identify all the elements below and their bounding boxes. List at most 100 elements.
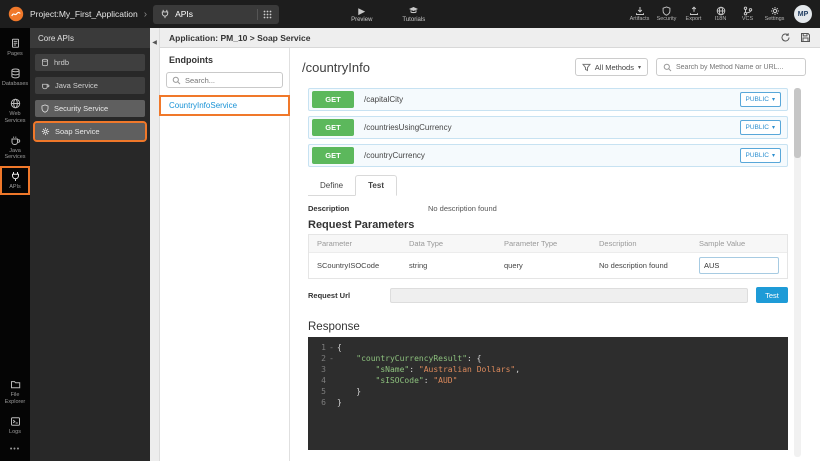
grid-icon[interactable]	[263, 10, 272, 19]
endpoint-rows: GET /capitalCity PUBLIC ▾ GET /countries…	[290, 86, 820, 167]
filter-icon	[582, 63, 591, 72]
shield-icon	[41, 104, 49, 113]
visibility-label: PUBLIC	[746, 152, 769, 159]
core-item-label: Soap Service	[55, 127, 100, 136]
service-path-title: /countryInfo	[302, 60, 567, 75]
sidebar-item-databases[interactable]: Databases	[1, 64, 29, 91]
visibility-dropdown[interactable]: PUBLIC ▾	[740, 92, 782, 107]
code-key: "sName"	[376, 364, 410, 375]
core-item-label: hrdb	[54, 58, 69, 67]
method-badge-get[interactable]: GET	[312, 91, 354, 108]
code-line: 1-{	[308, 342, 788, 353]
sidebar-item-apis[interactable]: APIs	[1, 167, 29, 194]
security-button[interactable]: Security	[654, 6, 679, 23]
tab-define[interactable]: Define	[308, 175, 355, 196]
wavemaker-logo-icon	[8, 6, 24, 22]
tutorials-label: Tutorials	[402, 17, 425, 23]
core-item-security-service[interactable]: Security Service	[35, 100, 145, 117]
test-button[interactable]: Test	[756, 287, 788, 303]
avatar[interactable]: MP	[794, 5, 812, 23]
action-label: Security	[657, 17, 677, 23]
method-search-input[interactable]	[676, 64, 799, 71]
endpoints-title: Endpoints	[160, 55, 289, 65]
methods-filter-label: All Methods	[595, 63, 634, 72]
caret-down-icon: ▾	[772, 96, 775, 103]
refresh-icon[interactable]	[780, 32, 791, 43]
more-options-button[interactable]: •••	[10, 442, 20, 457]
request-url-input[interactable]	[390, 288, 748, 303]
column-header: Parameter	[309, 239, 409, 248]
sidebar-label: Web Services	[1, 111, 29, 125]
core-apis-title: Core APIs	[38, 34, 74, 43]
sidebar-item-web-services[interactable]: Web Services	[1, 94, 29, 128]
core-item-hrdb[interactable]: hrdb	[35, 54, 145, 71]
database-icon	[10, 68, 21, 79]
description-cell: No description found	[599, 261, 699, 270]
project-name[interactable]: Project:My_First_Application	[30, 9, 138, 19]
visibility-dropdown[interactable]: PUBLIC ▾	[740, 148, 782, 163]
endpoint-row-countrycurrency[interactable]: GET /countryCurrency PUBLIC ▾	[308, 144, 788, 167]
fold-marker	[326, 375, 337, 386]
endpoint-row-capitalcity[interactable]: GET /capitalCity PUBLIC ▾	[308, 88, 788, 111]
workspace-tab-apis[interactable]: APIs	[153, 5, 279, 24]
sample-value-input[interactable]	[699, 257, 779, 274]
save-icon[interactable]	[800, 32, 811, 43]
code-text: }	[337, 386, 361, 397]
method-badge-get[interactable]: GET	[312, 119, 354, 136]
endpoints-search-input[interactable]	[185, 76, 277, 85]
sidebar-label: Databases	[2, 81, 28, 88]
i18n-button[interactable]: I18N	[708, 6, 733, 23]
tab-test[interactable]: Test	[355, 175, 397, 196]
core-item-soap-service[interactable]: Soap Service	[35, 123, 145, 140]
request-url-label: Request Url	[308, 291, 390, 300]
endpoint-path: /countryCurrency	[364, 151, 425, 160]
code-text: :	[424, 375, 434, 386]
caret-down-icon: ▾	[772, 152, 775, 159]
export-icon	[689, 6, 699, 16]
folder-icon	[10, 379, 21, 390]
sidebar-item-pages[interactable]: Pages	[1, 34, 29, 61]
sidebar-label: Java Services	[1, 148, 29, 162]
preview-button[interactable]: ▶ Preview	[351, 6, 372, 23]
settings-button[interactable]: Settings	[762, 6, 787, 23]
core-apis-header: Core APIs	[30, 28, 150, 48]
param-name-cell: SCountryISOCode	[309, 261, 409, 270]
topbar: Project:My_First_Application › APIs ▶ Pr…	[0, 0, 820, 28]
artifacts-button[interactable]: Artifacts	[627, 6, 652, 23]
method-badge-get[interactable]: GET	[312, 147, 354, 164]
action-label: Artifacts	[630, 17, 650, 23]
sidebar-bottom-group: File Explorer Logs •••	[1, 375, 29, 457]
sidebar-item-file-explorer[interactable]: File Explorer	[1, 375, 29, 409]
fold-marker	[326, 397, 337, 408]
vcs-button[interactable]: VCS	[735, 6, 760, 23]
export-button[interactable]: Export	[681, 6, 706, 23]
panel-collapse-strip[interactable]: ◀	[150, 28, 160, 461]
endpoint-row-countriesusingcurrency[interactable]: GET /countriesUsingCurrency PUBLIC ▾	[308, 116, 788, 139]
fold-marker	[326, 386, 337, 397]
scrollbar-thumb[interactable]	[794, 88, 801, 158]
code-key: "countryCurrencyResult"	[356, 353, 467, 364]
sidebar-item-java-services[interactable]: Java Services	[1, 131, 29, 165]
visibility-label: PUBLIC	[746, 96, 769, 103]
gear-icon	[41, 127, 50, 136]
endpoint-item-countryinfoservice[interactable]: CountryInfoService	[160, 96, 289, 115]
code-text: : {	[467, 353, 481, 364]
branch-icon	[743, 6, 753, 16]
core-item-java-service[interactable]: Java Service	[35, 77, 145, 94]
caret-down-icon: ▾	[638, 64, 641, 71]
endpoints-search[interactable]	[166, 72, 283, 88]
method-search[interactable]	[656, 58, 806, 76]
description-row: Description No description found	[308, 204, 820, 213]
visibility-dropdown[interactable]: PUBLIC ▾	[740, 120, 782, 135]
breadcrumb: Application: PM_10 > Soap Service	[169, 33, 310, 43]
methods-filter-dropdown[interactable]: All Methods ▾	[575, 58, 648, 76]
sidebar-item-logs[interactable]: Logs	[1, 412, 29, 439]
vertical-scrollbar[interactable]	[794, 88, 801, 457]
column-header: Sample Value	[699, 239, 787, 248]
request-url-row: Request Url Test	[308, 287, 788, 303]
collapse-left-icon[interactable]: ◀	[150, 39, 159, 46]
core-apis-panel: Core APIs hrdb Java Service Security Ser…	[30, 28, 150, 461]
line-number: 3	[308, 364, 326, 375]
code-text	[337, 375, 376, 386]
tutorials-button[interactable]: Tutorials	[402, 6, 425, 23]
